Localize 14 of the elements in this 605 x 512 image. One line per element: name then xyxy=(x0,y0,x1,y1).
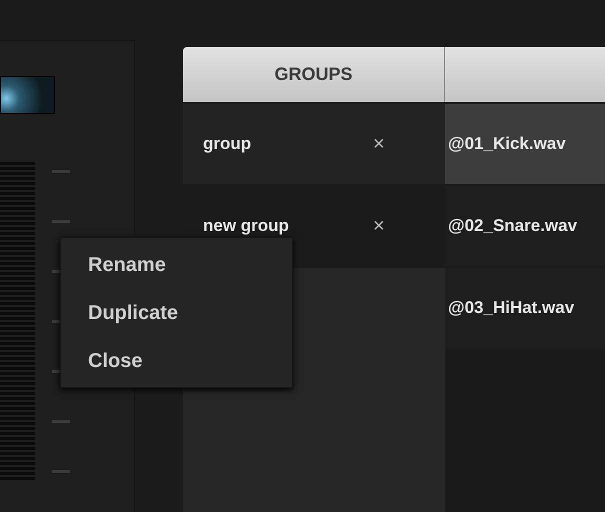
sample-name: @02_Snare.wav xyxy=(448,215,578,238)
group-name: new group xyxy=(203,215,290,238)
sample-row[interactable]: @01_Kick.wav xyxy=(445,104,605,184)
sample-name: @03_HiHat.wav xyxy=(448,297,574,320)
remove-button[interactable]: × xyxy=(373,211,385,241)
remove-button[interactable]: × xyxy=(373,129,385,159)
column-header: GROUPS xyxy=(183,47,445,102)
group-name: group xyxy=(203,133,252,156)
sample-name: @01_Kick.wav xyxy=(448,133,566,156)
glowing-button[interactable] xyxy=(0,76,55,114)
menu-item[interactable]: Rename xyxy=(88,250,166,281)
menu-item[interactable]: Duplicate xyxy=(88,298,178,329)
menu-item[interactable]: Close xyxy=(88,346,142,377)
group-row[interactable]: group × xyxy=(183,104,445,184)
